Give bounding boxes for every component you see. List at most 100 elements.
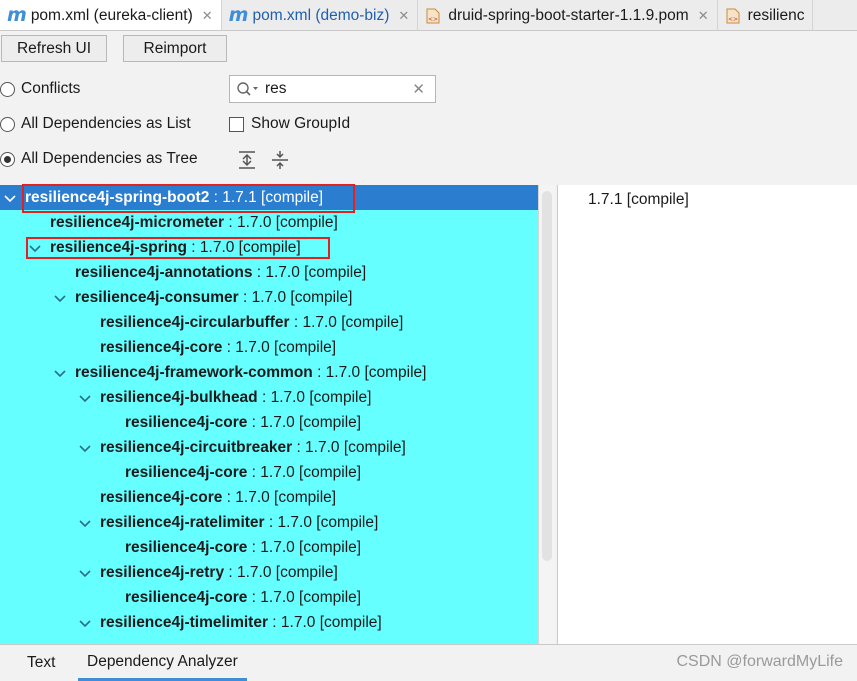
no-arrow-spacer — [78, 316, 92, 330]
dependency-version: : 1.7.0 [compile] — [238, 288, 353, 306]
chevron-down-icon[interactable] — [78, 516, 92, 530]
tree-row[interactable]: resilience4j-consumer : 1.7.0 [compile] — [0, 285, 538, 310]
xml-file-icon: <> — [425, 8, 441, 24]
tree-row[interactable]: resilience4j-core : 1.7.0 [compile] — [0, 335, 538, 360]
chevron-down-icon[interactable] — [3, 191, 17, 205]
dependency-version: : 1.7.0 [compile] — [247, 413, 362, 431]
tab-druid-pom[interactable]: <> druid-spring-boot-starter-1.1.9.pom ✕ — [418, 0, 718, 30]
tree-row[interactable]: resilience4j-core : 1.7.0 [compile] — [0, 460, 538, 485]
scrollbar-thumb[interactable] — [542, 191, 552, 561]
refresh-ui-button[interactable]: Refresh UI — [1, 35, 107, 62]
tree-row[interactable]: resilience4j-core : 1.7.0 [compile] — [0, 485, 538, 510]
tree-row[interactable]: resilience4j-timelimiter : 1.7.0 [compil… — [0, 610, 538, 635]
dependency-version: : 1.7.0 [compile] — [224, 563, 338, 581]
tab-label: pom.xml (eureka-client) — [30, 6, 193, 24]
tree-row[interactable]: resilience4j-annotations : 1.7.0 [compil… — [0, 260, 538, 285]
no-arrow-spacer — [53, 266, 67, 280]
dependency-name: resilience4j-circularbuffer — [100, 313, 290, 331]
tree-option[interactable]: All Dependencies as Tree — [0, 148, 198, 170]
expand-all-icon[interactable] — [237, 150, 257, 170]
dependency-version: : 1.7.0 [compile] — [289, 313, 404, 331]
tree-row[interactable]: resilience4j-core : 1.7.0 [compile] — [0, 410, 538, 435]
dependency-version: : 1.7.0 [compile] — [268, 613, 382, 631]
tree-row[interactable]: resilience4j-ratelimiter : 1.7.0 [compil… — [0, 510, 538, 535]
detail-version: 1.7.1 [compile] — [588, 191, 689, 208]
tab-text[interactable]: Text — [27, 645, 55, 681]
dependency-version: : 1.7.0 [compile] — [222, 488, 337, 506]
show-groupid-label: Show GroupId — [251, 115, 351, 132]
show-groupid-checkbox[interactable] — [229, 116, 244, 132]
svg-text:<>: <> — [428, 16, 438, 23]
chevron-down-icon[interactable] — [53, 291, 67, 305]
list-option[interactable]: All Dependencies as List — [0, 113, 191, 135]
editor-tab-bar: m pom.xml (eureka-client) ✕ m pom.xml (d… — [0, 0, 857, 31]
no-arrow-spacer — [103, 541, 117, 555]
tree-row[interactable]: resilience4j-retry : 1.7.0 [compile] — [0, 560, 538, 585]
list-radio[interactable] — [0, 116, 15, 132]
search-input[interactable]: res ✕ — [229, 75, 436, 103]
no-arrow-spacer — [103, 466, 117, 480]
tree-row[interactable]: resilience4j-micrometer : 1.7.0 [compile… — [0, 210, 538, 235]
chevron-down-icon[interactable] — [78, 616, 92, 630]
tree-row[interactable]: resilience4j-circularbuffer : 1.7.0 [com… — [0, 310, 538, 335]
tab-label: druid-spring-boot-starter-1.1.9.pom — [448, 6, 689, 24]
conflicts-radio[interactable] — [0, 81, 15, 97]
tab-dependency-analyzer[interactable]: Dependency Analyzer — [78, 645, 247, 681]
dependency-name: resilience4j-retry — [100, 563, 225, 581]
dependency-version: : 1.7.0 [compile] — [224, 213, 338, 231]
dependency-name: resilience4j-micrometer — [50, 213, 225, 231]
svg-text:<>: <> — [728, 16, 738, 23]
close-icon[interactable]: ✕ — [202, 8, 213, 24]
no-arrow-spacer — [103, 591, 117, 605]
highlight-box-spring — [26, 237, 330, 259]
dependency-name: resilience4j-annotations — [75, 263, 253, 281]
chevron-down-icon[interactable] — [78, 441, 92, 455]
tree-row[interactable]: resilience4j-circuitbreaker : 1.7.0 [com… — [0, 435, 538, 460]
dependency-name: resilience4j-circuitbreaker — [100, 438, 293, 456]
tree-row[interactable]: resilience4j-core : 1.7.0 [compile] — [0, 535, 538, 560]
no-arrow-spacer — [78, 341, 92, 355]
no-arrow-spacer — [103, 416, 117, 430]
dependency-name: resilience4j-core — [125, 463, 248, 481]
dependency-name: resilience4j-core — [125, 588, 248, 606]
tab-label: pom.xml (demo-biz) — [252, 6, 390, 24]
dependency-version: : 1.7.0 [compile] — [222, 338, 337, 356]
tree-row[interactable]: resilience4j-bulkhead : 1.7.0 [compile] — [0, 385, 538, 410]
dependency-name: resilience4j-framework-common — [75, 363, 313, 381]
tab-resilience-pom[interactable]: <> resilienc — [718, 0, 814, 30]
collapse-all-icon[interactable] — [270, 150, 290, 170]
chevron-down-icon[interactable] — [78, 566, 92, 580]
tree-scrollbar[interactable] — [538, 185, 555, 644]
no-arrow-spacer — [78, 491, 92, 505]
tab-pom-demo-biz[interactable]: m pom.xml (demo-biz) ✕ — [222, 0, 419, 30]
dependency-version: : 1.7.0 [compile] — [247, 463, 362, 481]
conflicts-label: Conflicts — [21, 80, 81, 97]
dependency-version: : 1.7.0 [compile] — [247, 588, 362, 606]
reimport-button[interactable]: Reimport — [123, 35, 227, 62]
dependency-name: resilience4j-core — [100, 338, 223, 356]
no-arrow-spacer — [28, 216, 42, 230]
chevron-down-icon[interactable] — [78, 391, 92, 405]
list-label: All Dependencies as List — [21, 115, 191, 132]
dependency-version: : 1.7.0 [compile] — [252, 263, 367, 281]
detail-panel: 1.7.1 [compile] — [557, 185, 857, 644]
chevron-down-icon[interactable] — [53, 366, 67, 380]
dependency-name: resilience4j-timelimiter — [100, 613, 268, 631]
conflicts-option[interactable]: Conflicts — [0, 78, 80, 100]
close-icon[interactable]: ✕ — [698, 8, 709, 24]
clear-search-icon[interactable]: ✕ — [412, 80, 425, 98]
xml-file-icon: <> — [725, 8, 741, 24]
show-groupid-option[interactable]: Show GroupId — [229, 113, 350, 135]
dependency-version: : 1.7.0 [compile] — [257, 388, 372, 406]
search-icon[interactable] — [235, 79, 259, 99]
dependency-name: resilience4j-ratelimiter — [100, 513, 265, 531]
tree-row[interactable]: resilience4j-framework-common : 1.7.0 [c… — [0, 360, 538, 385]
tree-radio[interactable] — [0, 151, 15, 167]
close-icon[interactable]: ✕ — [398, 8, 409, 24]
tree-row[interactable]: resilience4j-core : 1.7.0 [compile] — [0, 585, 538, 610]
dependency-version: : 1.7.0 [compile] — [292, 438, 406, 456]
tab-pom-eureka-client[interactable]: m pom.xml (eureka-client) ✕ — [0, 0, 222, 30]
dependency-name: resilience4j-core — [125, 538, 248, 556]
tree-label: All Dependencies as Tree — [21, 150, 198, 167]
dependency-version: : 1.7.0 [compile] — [264, 513, 379, 531]
